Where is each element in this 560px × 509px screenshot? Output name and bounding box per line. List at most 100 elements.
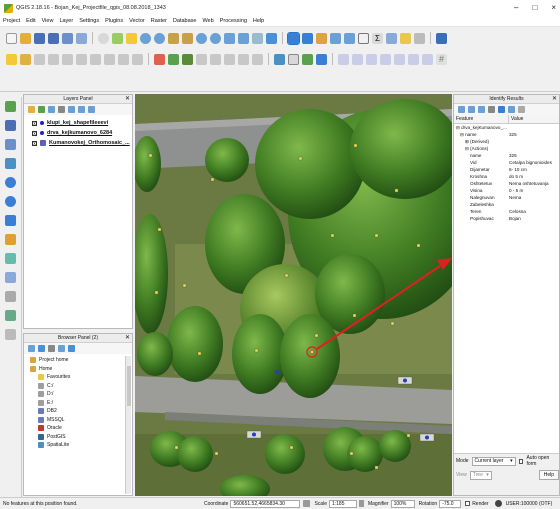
filter-expression-icon[interactable] [68, 106, 75, 113]
print-response-icon[interactable] [508, 106, 515, 113]
add-selected-icon[interactable] [28, 345, 35, 352]
render-checkbox[interactable] [465, 501, 471, 506]
zoom-next-icon[interactable] [238, 32, 249, 44]
new-shapefile-icon[interactable] [5, 310, 16, 321]
identify-row[interactable]: ⊞ (Derived) [454, 138, 559, 145]
select-by-expression-icon[interactable] [330, 32, 341, 44]
identify-row[interactable]: Dijametar 6- 10 cm [454, 166, 559, 173]
add-feature-icon[interactable] [48, 53, 59, 65]
close-button[interactable]: × [551, 3, 556, 12]
georeferencer-icon[interactable] [274, 53, 285, 65]
add-delimited-text-icon[interactable] [5, 234, 16, 245]
plugin-a-icon[interactable] [302, 53, 313, 65]
add-spatialite-icon[interactable] [5, 139, 16, 150]
menu-processing[interactable]: Processing [220, 18, 247, 24]
menu-vector[interactable]: Vector [129, 18, 145, 24]
save-edits-icon[interactable] [34, 53, 45, 65]
select-features-icon[interactable] [316, 32, 327, 44]
save-project-icon[interactable] [34, 32, 45, 44]
identify-row[interactable]: ⊟ name 325 [454, 131, 559, 138]
identify-row[interactable]: Nalegnuvan Nema [454, 194, 559, 201]
add-oracle-icon[interactable] [5, 291, 16, 302]
rotate-label-icon[interactable] [224, 53, 235, 65]
pan-to-selection-icon[interactable] [112, 32, 123, 44]
identify-row[interactable]: Zabeleshka [454, 201, 559, 208]
composer-manager-icon[interactable] [76, 32, 87, 44]
zoom-in-icon[interactable] [140, 32, 151, 44]
rotation-field[interactable]: -75.0 [439, 499, 462, 508]
identify-row[interactable]: Popishuvac Bojan [454, 215, 559, 222]
advanced-digitizing-b-icon[interactable] [352, 53, 363, 65]
map-canvas[interactable] [135, 94, 452, 496]
expand-new-results-icon[interactable] [478, 106, 485, 113]
add-vector-layer-icon[interactable] [5, 101, 16, 112]
copy-features-icon[interactable] [118, 53, 129, 65]
expand-all-icon[interactable] [78, 106, 85, 113]
advanced-digitizing-f-icon[interactable] [408, 53, 419, 65]
add-virtual-layer-icon[interactable] [5, 253, 16, 264]
help-button[interactable]: Help [538, 470, 559, 480]
coordinate-field[interactable]: 560651.52,4665834.30 [230, 499, 301, 508]
layer-item[interactable]: x Kumanovokej_Orthomosaic_... [24, 138, 132, 148]
manage-visibility-icon[interactable] [48, 106, 55, 113]
browser-item[interactable]: SpatiaLite [24, 441, 124, 450]
measure-icon[interactable] [386, 32, 397, 44]
browser-item[interactable]: C:/ [24, 382, 124, 391]
node-tool-icon[interactable] [76, 53, 87, 65]
open-project-icon[interactable] [20, 32, 31, 44]
crs-globe-icon[interactable] [494, 500, 502, 507]
label-icon[interactable] [154, 53, 165, 65]
deselect-icon[interactable] [344, 32, 355, 44]
menu-project[interactable]: Project [3, 18, 20, 24]
identify-row[interactable]: Vid Cetalpa bignonioides [454, 159, 559, 166]
pin-labels-icon[interactable] [182, 53, 193, 65]
add-wfs-icon[interactable] [5, 215, 16, 226]
add-wms-icon[interactable] [5, 177, 16, 188]
menu-database[interactable]: Database [173, 18, 197, 24]
scale-field[interactable]: 1:185 [328, 499, 357, 508]
auto-open-form-checkbox[interactable] [518, 458, 524, 464]
advanced-digitizing-d-icon[interactable] [380, 53, 391, 65]
scale-lock-icon[interactable] [358, 500, 364, 507]
filter-legend-icon[interactable] [58, 106, 65, 113]
map-tips-icon[interactable] [400, 32, 411, 44]
browser-item[interactable]: DB2 [24, 407, 124, 416]
menu-raster[interactable]: Raster [151, 18, 167, 24]
layer-labeling-icon[interactable] [168, 53, 179, 65]
menu-web[interactable]: Web [202, 18, 213, 24]
identify-row[interactable]: name 325 [454, 152, 559, 159]
add-group-icon[interactable] [38, 106, 45, 113]
browser-item[interactable]: D:/ [24, 390, 124, 399]
panel-close-icon[interactable]: ✕ [552, 95, 557, 104]
layer-style-icon[interactable] [28, 106, 35, 113]
new-map-view-icon[interactable] [252, 32, 263, 44]
identify-row[interactable]: Visina 0 - 5 m [454, 187, 559, 194]
menu-view[interactable]: View [42, 18, 54, 24]
change-label-icon[interactable] [238, 53, 249, 65]
label-tool-icon[interactable] [252, 53, 263, 65]
mode-select[interactable]: Current layer ▾ [471, 456, 516, 466]
save-as-icon[interactable] [48, 32, 59, 44]
touch-icon[interactable] [126, 32, 137, 44]
move-feature-icon[interactable] [62, 53, 73, 65]
zoom-out-icon[interactable] [154, 32, 165, 44]
advanced-digitizing-e-icon[interactable] [394, 53, 405, 65]
current-edits-icon[interactable] [6, 53, 17, 65]
crs-status[interactable]: USER:100000 (OTF) [506, 501, 553, 507]
add-raster-layer-icon[interactable] [5, 120, 16, 131]
panel-close-icon[interactable]: ✕ [125, 334, 130, 343]
advanced-digitizing-c-icon[interactable] [366, 53, 377, 65]
toggle-editing-icon[interactable] [20, 53, 31, 65]
identify-results-tree[interactable]: ⊟ drva_kejKumanovo_... ⊟ name 325 ⊞ (Derive… [454, 124, 559, 222]
identify-row[interactable]: ⊟ drva_kejKumanovo_... [454, 124, 559, 131]
identify-row[interactable]: Teren Celosna [454, 208, 559, 215]
new-temporary-layer-icon[interactable] [5, 329, 16, 340]
advanced-digitizing-a-icon[interactable] [338, 53, 349, 65]
refresh-icon[interactable] [38, 345, 45, 352]
identify-row[interactable]: Oshtetetuv Nema oshtetuvanja [454, 180, 559, 187]
add-postgis-icon[interactable] [5, 158, 16, 169]
browser-item[interactable]: E:/ [24, 399, 124, 408]
vector-tool-icon[interactable] [288, 53, 299, 65]
menu-layer[interactable]: Layer [59, 18, 73, 24]
properties-icon[interactable] [68, 345, 75, 352]
